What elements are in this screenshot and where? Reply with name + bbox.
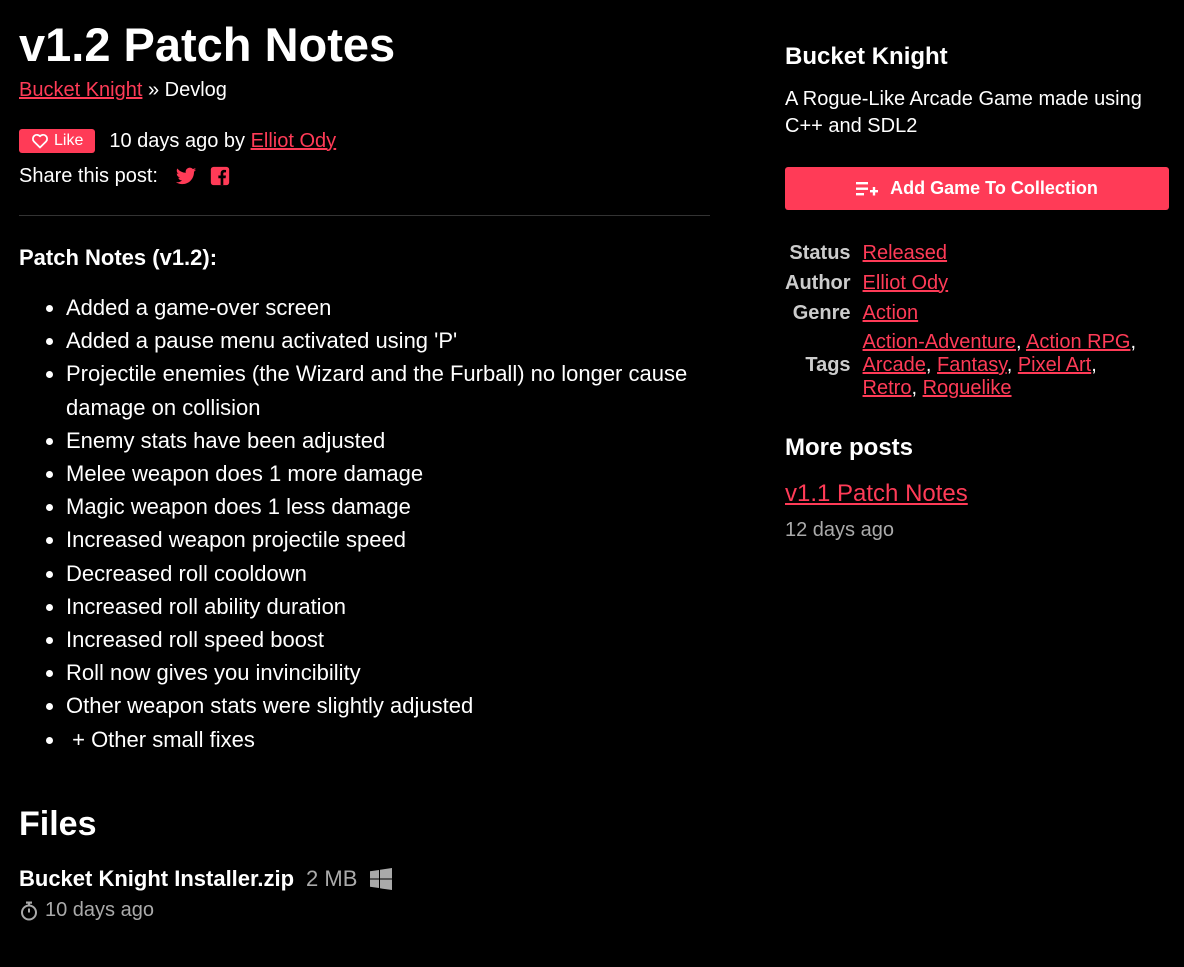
info-row-author: Author Elliot Ody xyxy=(785,268,1153,298)
add-to-collection-button[interactable]: Add Game To Collection xyxy=(785,167,1169,210)
sidebar-description: A Rogue-Like Arcade Game made using C++ … xyxy=(785,88,1142,137)
list-item: Increased roll speed boost xyxy=(66,623,711,656)
list-item: Added a pause menu activated using 'P' xyxy=(66,324,711,357)
post-author-link[interactable]: Elliot Ody xyxy=(251,130,337,153)
author-link[interactable]: Elliot Ody xyxy=(863,272,949,294)
game-info-table: Status Released Author Elliot Ody Genre … xyxy=(785,238,1153,403)
info-row-status: Status Released xyxy=(785,238,1153,268)
post-divider xyxy=(19,215,710,216)
status-link[interactable]: Released xyxy=(863,242,948,264)
like-button[interactable]: Like xyxy=(19,129,96,153)
tags-list: Action-Adventure, Action RPG, Arcade, Fan… xyxy=(862,331,1137,399)
info-label: Genre xyxy=(792,301,851,324)
add-to-list-icon xyxy=(856,181,879,195)
post-title: v1.2 Patch Notes xyxy=(19,18,396,71)
file-size: 2 MB xyxy=(306,865,358,891)
windows-icon xyxy=(369,867,393,890)
list-item: Roll now gives you invincibility xyxy=(66,656,711,689)
post-date: 10 days ago by xyxy=(109,129,251,152)
tag-link[interactable]: Arcade xyxy=(863,354,926,376)
game-sidebar: Bucket Knight A Rogue-Like Arcade Game m… xyxy=(785,42,1169,543)
heart-icon xyxy=(32,133,48,149)
share-row: Share this post: xyxy=(19,164,711,188)
list-item: Magic weapon does 1 less damage xyxy=(66,490,711,523)
notes-list: Added a game-over screen Added a pause m… xyxy=(19,291,711,756)
info-label: Author xyxy=(785,271,851,294)
more-posts-heading: More posts xyxy=(785,434,914,461)
tag-link[interactable]: Action RPG xyxy=(1026,331,1130,353)
list-item: Projectile enemies (the Wizard and the F… xyxy=(66,357,711,423)
list-item: + Other small fixes xyxy=(66,723,711,756)
list-item: Other weapon stats were slightly adjuste… xyxy=(66,689,711,722)
sidebar-game-title: Bucket Knight xyxy=(785,43,948,70)
tag-link[interactable]: Action-Adventure xyxy=(863,331,1016,353)
list-item: Decreased roll cooldown xyxy=(66,557,711,590)
file-date-text: 10 days ago xyxy=(45,899,154,922)
post-meta: Like 10 days ago by Elliot Ody xyxy=(19,128,711,154)
add-to-collection-label: Add Game To Collection xyxy=(890,178,1098,198)
notes-heading: Patch Notes (v1.2): xyxy=(19,245,218,270)
files-heading: Files xyxy=(19,804,97,843)
breadcrumb: Bucket Knight » Devlog xyxy=(19,78,711,102)
genre-link[interactable]: Action xyxy=(863,302,919,324)
list-item: Increased roll ability duration xyxy=(66,590,711,623)
list-item: Enemy stats have been adjusted xyxy=(66,424,711,457)
breadcrumb-game-link[interactable]: Bucket Knight xyxy=(19,79,142,101)
list-item: Increased weapon projectile speed xyxy=(66,523,711,556)
like-label: Like xyxy=(54,132,84,149)
facebook-icon[interactable] xyxy=(209,165,231,187)
devlog-page: v1.2 Patch Notes Bucket Knight » Devlog … xyxy=(0,0,1184,967)
info-label: Tags xyxy=(805,354,851,376)
twitter-icon[interactable] xyxy=(175,165,197,187)
info-label: Status xyxy=(789,241,851,264)
tag-link[interactable]: Pixel Art xyxy=(1018,354,1091,376)
breadcrumb-section: Devlog xyxy=(164,79,227,101)
more-post-link[interactable]: v1.1 Patch Notes xyxy=(785,479,968,509)
list-item: Added a game-over screen xyxy=(66,291,711,324)
file-row: Bucket Knight Installer.zip 2 MB xyxy=(19,864,711,894)
list-item: Melee weapon does 1 more damage xyxy=(66,457,711,490)
breadcrumb-separator: » xyxy=(142,79,165,101)
tag-link[interactable]: Fantasy xyxy=(937,354,1007,376)
info-row-tags: Tags Action-Adventure, Action RPG, Arcade… xyxy=(785,328,1153,403)
file-name[interactable]: Bucket Knight Installer.zip xyxy=(19,866,294,892)
tag-link[interactable]: Retro xyxy=(863,377,912,399)
info-row-genre: Genre Action xyxy=(785,298,1153,328)
tag-link[interactable]: Roguelike xyxy=(923,377,1012,399)
stopwatch-icon xyxy=(21,901,37,921)
more-post-date: 12 days ago xyxy=(785,519,894,541)
file-date: 10 days ago xyxy=(19,898,711,924)
post-main: v1.2 Patch Notes Bucket Knight » Devlog … xyxy=(19,18,711,924)
share-label: Share this post: xyxy=(19,164,158,187)
